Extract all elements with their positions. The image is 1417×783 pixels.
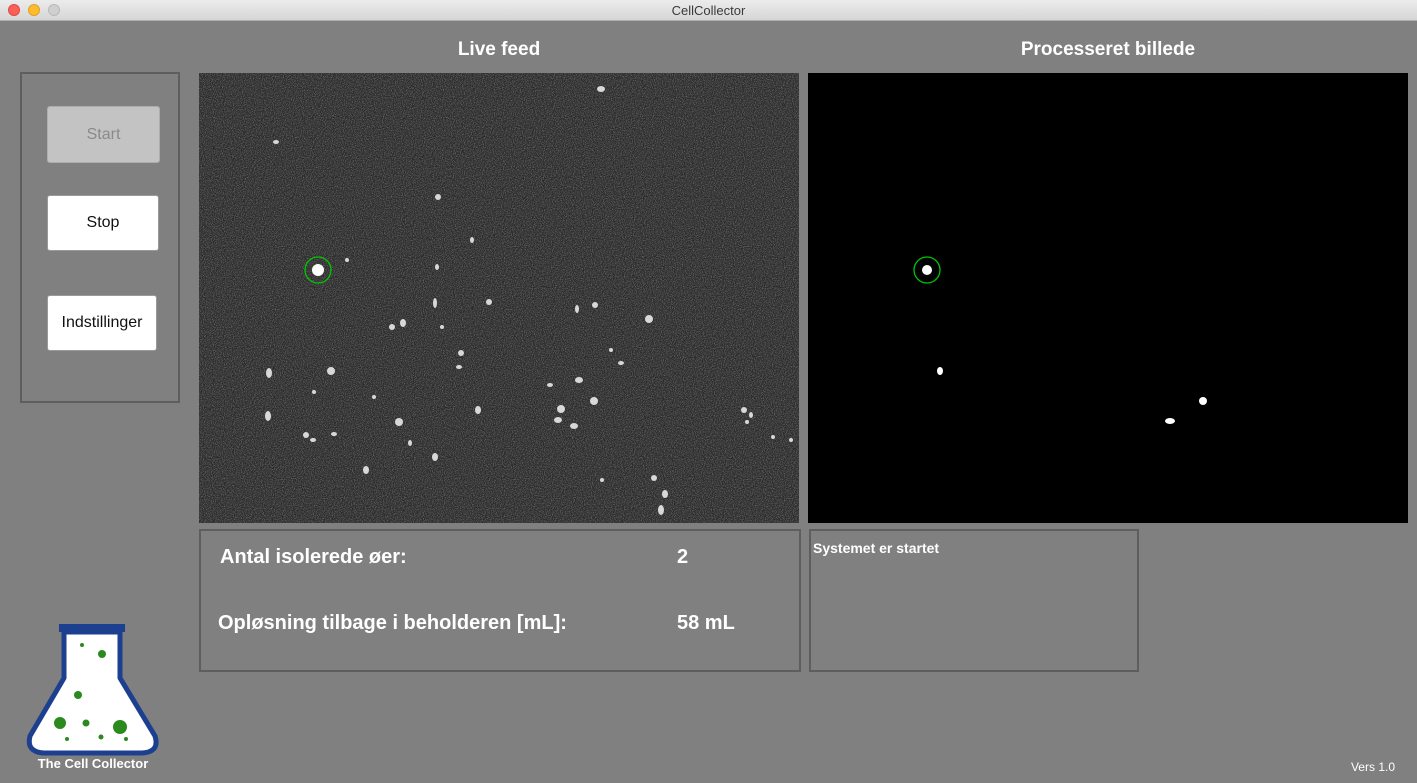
info-panel: Antal isolerede øer: 2 Opløsning tilbage… <box>199 529 801 672</box>
detected-cell <box>312 264 324 276</box>
processed-image-view <box>808 73 1408 523</box>
islands-count-value: 2 <box>677 546 689 568</box>
status-log-panel: Systemet er startet <box>809 529 1139 672</box>
window-title: CellCollector <box>671 3 746 18</box>
solution-remaining-label: Opløsning tilbage i beholderen [mL]: <box>218 612 567 634</box>
processed-image <box>808 73 1408 523</box>
version-label: Vers 1.0 <box>1350 760 1395 774</box>
live-feed-view <box>199 73 799 523</box>
solution-remaining-value: 58 mL <box>677 612 735 634</box>
control-panel: Start Stop Indstillinger <box>20 72 180 403</box>
title-bar: CellCollector <box>0 0 1417 21</box>
settings-button[interactable]: Indstillinger <box>47 295 157 351</box>
logo-caption: The Cell Collector <box>37 756 149 771</box>
cell-collector-logo <box>26 624 159 756</box>
start-button[interactable]: Start <box>47 106 160 163</box>
processed-image-title: Processeret billede <box>1020 39 1196 60</box>
stop-button[interactable]: Stop <box>47 195 159 251</box>
processed-blob <box>1165 418 1175 424</box>
status-message: Systemet er startet <box>813 540 940 556</box>
live-feed-title: Live feed <box>457 39 541 60</box>
processed-blob <box>937 367 943 375</box>
islands-count-label: Antal isolerede øer: <box>220 546 407 568</box>
processed-blob <box>1199 397 1207 405</box>
live-feed-image <box>199 73 799 523</box>
detected-cell <box>922 265 932 275</box>
